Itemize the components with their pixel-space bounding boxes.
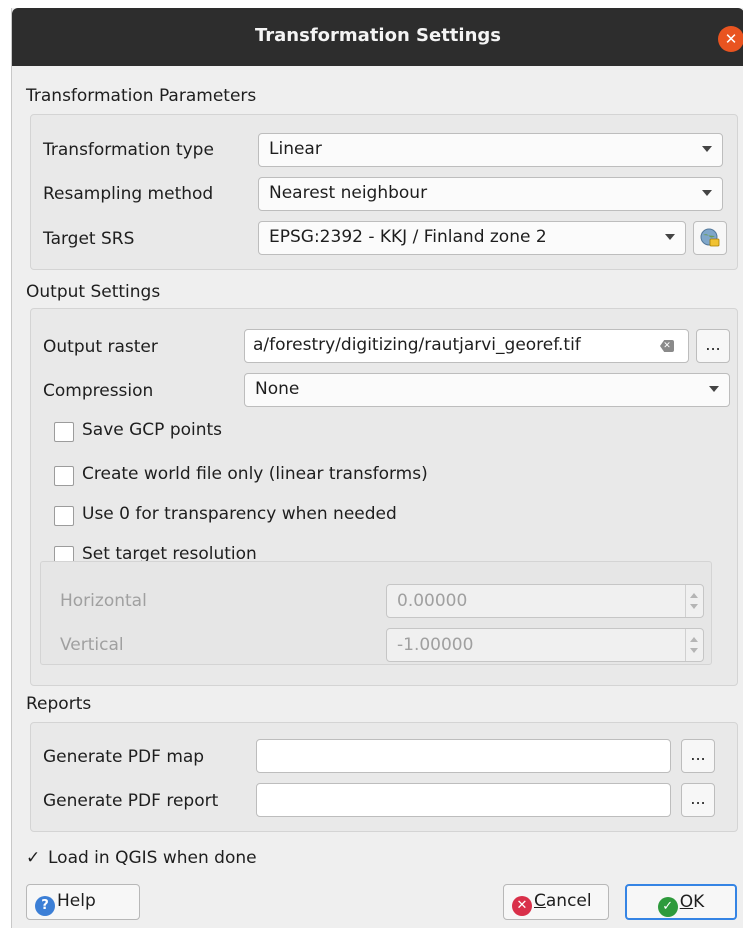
chevron-down-icon [702, 190, 712, 196]
save-gcp-checkbox[interactable] [54, 422, 74, 442]
resampling-method-select[interactable]: Nearest neighbour [258, 177, 723, 211]
resampling-method-label: Resampling method [43, 184, 214, 204]
use-zero-transparency-label: Use 0 for transparency when needed [82, 504, 397, 524]
help-button[interactable]: ? Help [26, 884, 140, 920]
chevron-down-icon [665, 234, 675, 240]
output-raster-input[interactable]: a/forestry/digitizing/rautjarvi_georef.t… [244, 329, 689, 363]
target-srs-select[interactable]: EPSG:2392 - KKJ / Finland zone 2 [258, 221, 686, 255]
reports-heading: Reports [26, 694, 92, 714]
title-bar: Transformation Settings ✕ [12, 8, 743, 66]
transformation-type-select[interactable]: Linear [258, 133, 723, 167]
output-raster-value: a/forestry/digitizing/rautjarvi_georef.t… [253, 335, 581, 355]
horizontal-label: Horizontal [60, 591, 147, 611]
cancel-mnemonic: C [534, 891, 546, 911]
cancel-icon: ✕ [512, 896, 532, 916]
ok-check-icon: ✓ [657, 897, 678, 917]
transformation-parameters-group: Transformation type Linear Resampling me… [30, 114, 738, 270]
spin-arrows-icon[interactable] [685, 629, 703, 661]
globe-icon [700, 228, 720, 247]
world-file-only-checkbox[interactable] [54, 466, 74, 486]
transformation-settings-dialog: Transformation Settings ✕ Transformation… [11, 8, 743, 928]
clear-icon[interactable]: ✕ [660, 340, 674, 352]
transformation-parameters-heading: Transformation Parameters [26, 86, 257, 106]
pdf-map-label: Generate PDF map [43, 747, 205, 767]
pdf-report-input[interactable] [256, 783, 671, 817]
output-raster-browse-button[interactable]: ... [696, 329, 730, 363]
transformation-type-label: Transformation type [43, 140, 214, 160]
help-icon: ? [35, 896, 55, 916]
cancel-button-label: ancel [545, 891, 592, 911]
pdf-report-browse-button[interactable]: ... [681, 783, 715, 817]
pdf-map-browse-button[interactable]: ... [681, 739, 715, 773]
use-zero-transparency-checkbox[interactable] [54, 506, 74, 526]
target-resolution-group: Horizontal 0.00000 Vertical -1.00000 [40, 561, 712, 665]
pdf-report-label: Generate PDF report [43, 791, 219, 811]
vertical-value: -1.00000 [397, 635, 474, 655]
ok-mnemonic: O [679, 892, 694, 912]
close-icon[interactable]: ✕ [718, 26, 743, 52]
cancel-button[interactable]: ✕ Cancel [503, 884, 609, 920]
help-button-label: Help [57, 891, 96, 911]
compression-select[interactable]: None [244, 373, 730, 407]
dialog-title: Transformation Settings [254, 25, 501, 46]
reports-group: Generate PDF map ... Generate PDF report… [30, 722, 738, 832]
target-srs-label: Target SRS [43, 229, 135, 249]
compression-value: None [255, 379, 300, 399]
horizontal-spinbox[interactable]: 0.00000 [386, 584, 704, 618]
output-settings-heading: Output Settings [26, 282, 161, 302]
spin-arrows-icon[interactable] [685, 585, 703, 617]
load-in-qgis-label: Load in QGIS when done [48, 848, 257, 868]
resampling-method-value: Nearest neighbour [269, 183, 428, 203]
target-srs-value: EPSG:2392 - KKJ / Finland zone 2 [269, 227, 547, 247]
pdf-map-input[interactable] [256, 739, 671, 773]
save-gcp-label: Save GCP points [82, 420, 223, 440]
world-file-only-label: Create world file only (linear transform… [82, 464, 428, 484]
compression-label: Compression [43, 381, 154, 401]
ok-button[interactable]: ✓ OK [625, 884, 737, 920]
transformation-type-value: Linear [269, 139, 322, 159]
horizontal-value: 0.00000 [397, 591, 468, 611]
vertical-label: Vertical [60, 635, 124, 655]
chevron-down-icon [709, 386, 719, 392]
output-raster-label: Output raster [43, 337, 158, 357]
vertical-spinbox[interactable]: -1.00000 [386, 628, 704, 662]
select-crs-button[interactable] [693, 221, 727, 255]
check-icon[interactable]: ✓ [26, 848, 40, 868]
chevron-down-icon [702, 146, 712, 152]
ok-button-label: K [693, 892, 705, 912]
